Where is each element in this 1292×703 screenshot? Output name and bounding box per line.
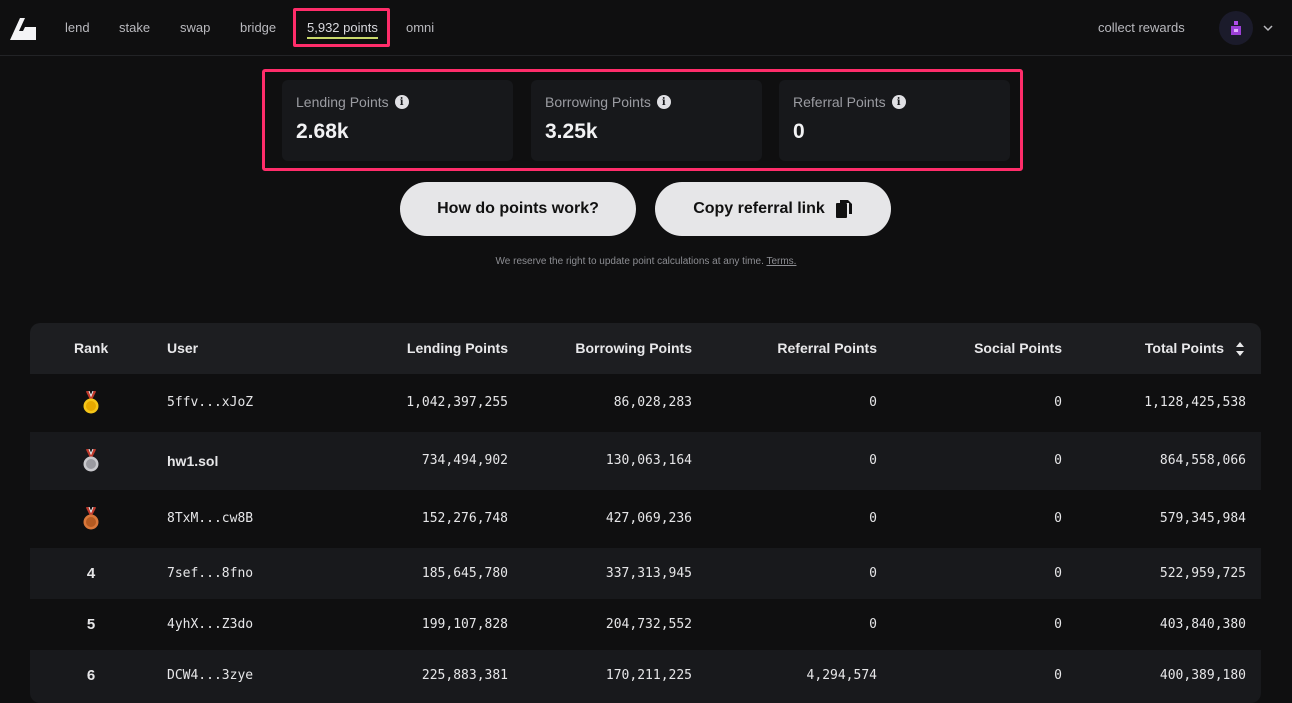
borrowing-points-card: Borrowing Points i 3.25k [531, 80, 762, 161]
referral-cell: 4,294,574 [806, 668, 877, 683]
total-cell: 403,840,380 [1159, 617, 1246, 632]
table-row[interactable]: 8TxM...cw8B 152,276,748 427,069,236 0 0 … [30, 490, 1261, 548]
total-cell: 522,959,725 [1159, 566, 1246, 581]
borrowing-cell: 337,313,945 [605, 566, 692, 581]
gold-medal-icon [83, 391, 99, 414]
bronze-medal-icon [83, 507, 99, 530]
social-cell: 0 [1054, 453, 1062, 468]
borrowing-cell: 204,732,552 [605, 617, 692, 632]
wallet-avatar[interactable] [1219, 11, 1253, 45]
header-borrowing[interactable]: Borrowing Points [532, 340, 692, 356]
user-cell[interactable]: 4yhX...Z3do [167, 617, 253, 632]
rank-cell: 6 [86, 667, 96, 684]
logo-icon[interactable] [8, 16, 38, 42]
table-row[interactable]: hw1.sol 734,494,902 130,063,164 0 0 864,… [30, 432, 1261, 490]
user-cell[interactable]: 8TxM...cw8B [167, 511, 253, 526]
card-label-text: Referral Points [793, 94, 886, 110]
user-cell[interactable]: hw1.sol [167, 453, 218, 469]
social-cell: 0 [1054, 511, 1062, 526]
chevron-down-icon[interactable] [1262, 22, 1274, 34]
lending-points-card: Lending Points i 2.68k [282, 80, 513, 161]
nav-stake[interactable]: stake [119, 20, 150, 35]
nav-points-highlight [293, 8, 390, 47]
card-label-text: Borrowing Points [545, 94, 651, 110]
rank-cell: 5 [86, 616, 96, 633]
borrowing-cell: 130,063,164 [605, 453, 692, 468]
header-total[interactable]: Total Points [1064, 340, 1224, 356]
silver-medal-icon [83, 449, 99, 472]
table-row[interactable]: 5 4yhX...Z3do 199,107,828 204,732,552 0 … [30, 599, 1261, 650]
lending-cell: 152,276,748 [421, 511, 508, 526]
referral-cell: 0 [869, 453, 877, 468]
borrowing-cell: 170,211,225 [605, 668, 692, 683]
card-label: Referral Points i [793, 94, 906, 110]
referral-points-card: Referral Points i 0 [779, 80, 1010, 161]
user-cell[interactable]: 7sef...8fno [167, 566, 253, 581]
referral-cell: 0 [869, 566, 877, 581]
card-value: 2.68k [296, 120, 349, 143]
header-user: User [167, 340, 199, 356]
header-social[interactable]: Social Points [902, 340, 1062, 356]
referral-cell: 0 [869, 395, 877, 410]
info-icon[interactable]: i [656, 95, 671, 109]
nav-lend[interactable]: lend [65, 20, 90, 35]
header-referral[interactable]: Referral Points [717, 340, 877, 356]
copy-referral-link-label: Copy referral link [693, 200, 825, 217]
top-nav: lend stake swap bridge 5,932 points omni… [0, 0, 1292, 56]
disclaimer: We reserve the right to update point cal… [0, 256, 1292, 267]
how-points-work-button[interactable]: How do points work? [400, 182, 636, 236]
nav-omni[interactable]: omni [406, 20, 434, 35]
leaderboard-table: Rank User Lending Points Borrowing Point… [30, 323, 1261, 703]
user-cell[interactable]: 5ffv...xJoZ [167, 395, 253, 410]
avatar-icon [1231, 21, 1241, 35]
copy-referral-link-button[interactable]: Copy referral link [655, 182, 891, 236]
header-lending[interactable]: Lending Points [348, 340, 508, 356]
table-row[interactable]: 5ffv...xJoZ 1,042,397,255 86,028,283 0 0… [30, 374, 1261, 432]
header-rank: Rank [74, 340, 109, 356]
social-cell: 0 [1054, 566, 1062, 581]
table-row[interactable]: 6 DCW4...3zye 225,883,381 170,211,225 4,… [30, 650, 1261, 703]
total-cell: 864,558,066 [1159, 453, 1246, 468]
info-icon[interactable]: i [394, 95, 409, 109]
social-cell: 0 [1054, 395, 1062, 410]
referral-cell: 0 [869, 511, 877, 526]
how-points-work-label: How do points work? [437, 200, 599, 217]
card-label-text: Lending Points [296, 94, 389, 110]
sort-icon[interactable] [1235, 339, 1245, 359]
card-value: 3.25k [545, 120, 598, 143]
social-cell: 0 [1054, 668, 1062, 683]
referral-cell: 0 [869, 617, 877, 632]
terms-link[interactable]: Terms. [766, 256, 796, 267]
lending-cell: 1,042,397,255 [406, 395, 508, 410]
social-cell: 0 [1054, 617, 1062, 632]
total-cell: 1,128,425,538 [1144, 395, 1246, 410]
user-cell[interactable]: DCW4...3zye [167, 668, 253, 683]
lending-cell: 225,883,381 [421, 668, 508, 683]
nav-swap[interactable]: swap [180, 20, 210, 35]
total-cell: 579,345,984 [1159, 511, 1246, 526]
info-icon[interactable]: i [891, 95, 906, 109]
borrowing-cell: 86,028,283 [613, 395, 692, 410]
rank-cell: 4 [86, 565, 96, 582]
card-value: 0 [793, 120, 805, 143]
table-header: Rank User Lending Points Borrowing Point… [30, 323, 1261, 374]
table-row[interactable]: 4 7sef...8fno 185,645,780 337,313,945 0 … [30, 548, 1261, 599]
disclaimer-text: We reserve the right to update point cal… [495, 256, 764, 267]
lending-cell: 199,107,828 [421, 617, 508, 632]
borrowing-cell: 427,069,236 [605, 511, 692, 526]
collect-rewards-link[interactable]: collect rewards [1098, 20, 1185, 35]
lending-cell: 734,494,902 [421, 453, 508, 468]
nav-bridge[interactable]: bridge [240, 20, 276, 35]
lending-cell: 185,645,780 [421, 566, 508, 581]
card-label: Lending Points i [296, 94, 409, 110]
card-label: Borrowing Points i [545, 94, 671, 110]
total-cell: 400,389,180 [1159, 668, 1246, 683]
copy-icon [835, 200, 852, 218]
